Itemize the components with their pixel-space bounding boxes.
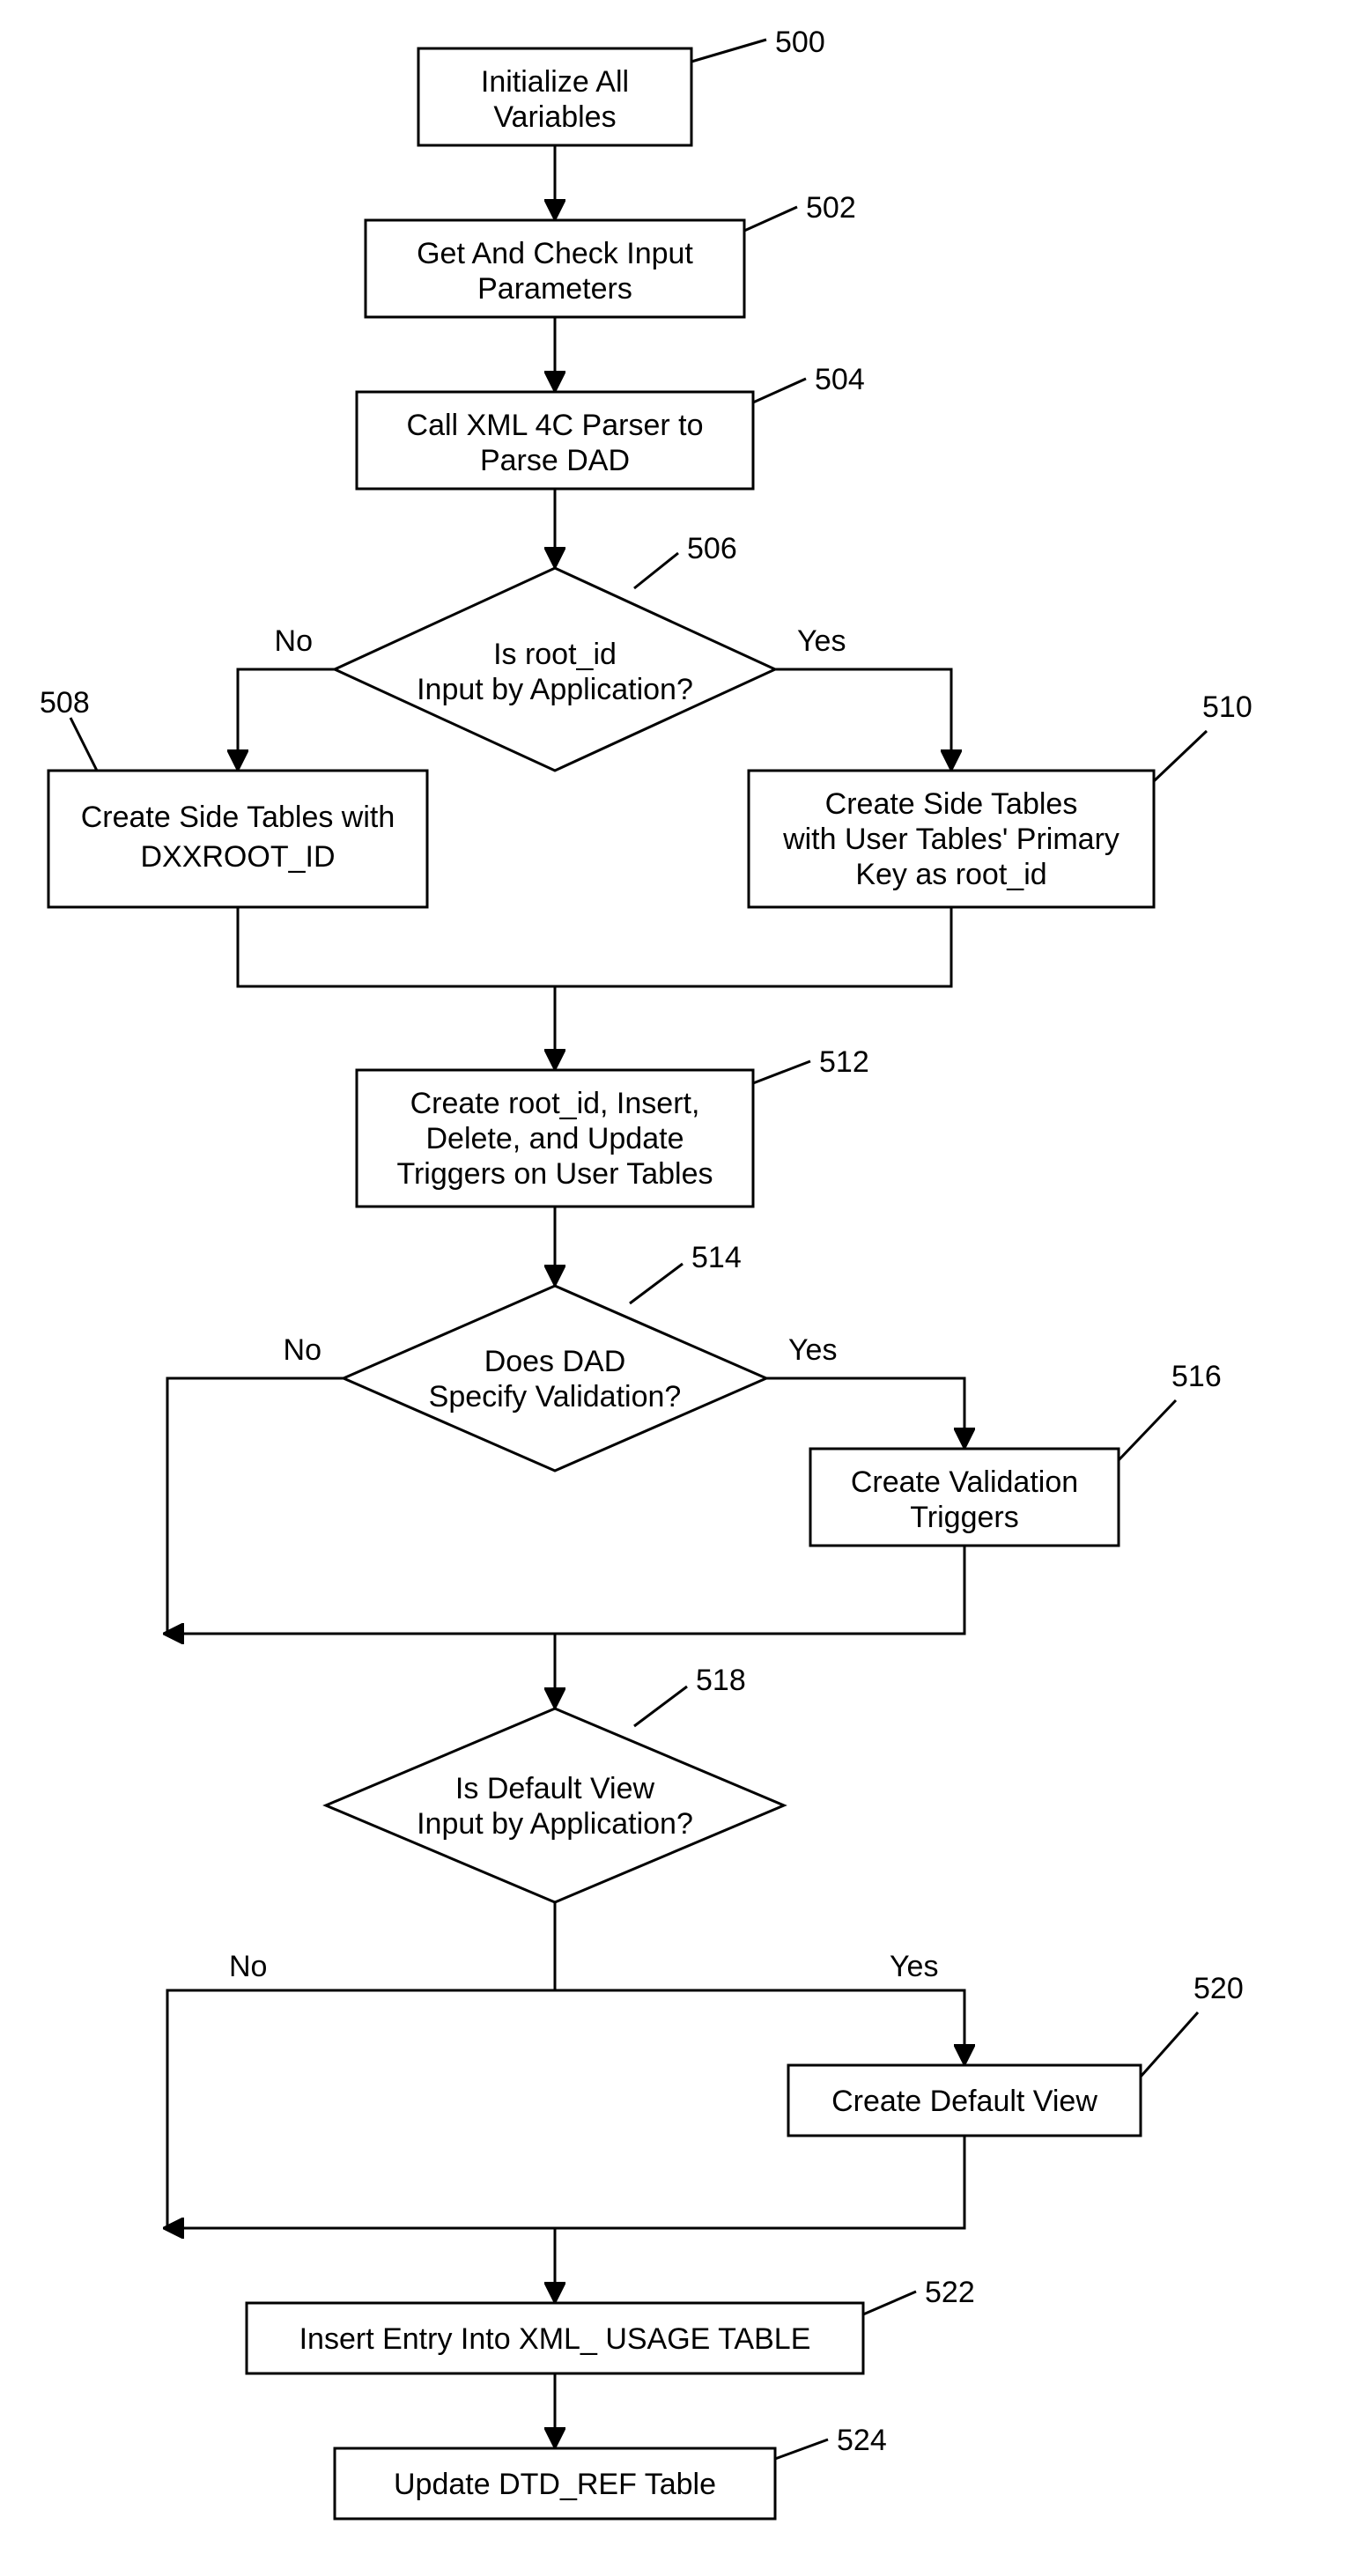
node-512-line1: Create root_id, Insert, xyxy=(410,1087,700,1120)
label-514-yes: Yes xyxy=(788,1333,837,1367)
node-524-line1: Update DTD_REF Table xyxy=(394,2468,716,2501)
node-522-line1: Insert Entry Into XML_ USAGE TABLE xyxy=(299,2322,811,2356)
node-516-line2: Triggers xyxy=(910,1501,1018,1534)
node-518-line1: Is Default View xyxy=(455,1772,655,1805)
node-516: Create Validation Triggers 516 xyxy=(810,1360,1222,1546)
node-520: Create Default View 520 xyxy=(788,1972,1244,2136)
node-500: Initialize All Variables 500 xyxy=(418,26,825,145)
label-506-yes: Yes xyxy=(797,624,846,658)
ref-516: 516 xyxy=(1171,1360,1222,1393)
ref-520: 520 xyxy=(1193,1972,1244,2005)
ref-502: 502 xyxy=(806,191,856,225)
ref-512: 512 xyxy=(819,1045,869,1079)
node-512-line2: Delete, and Update xyxy=(426,1122,684,1155)
node-514-line2: Specify Validation? xyxy=(429,1380,682,1413)
edge-516-merge1 xyxy=(167,1546,964,1634)
node-512: Create root_id, Insert, Delete, and Upda… xyxy=(357,1045,869,1207)
node-512-line3: Triggers on User Tables xyxy=(396,1157,713,1191)
node-516-line1: Create Validation xyxy=(851,1465,1078,1499)
ref-506: 506 xyxy=(687,532,737,565)
node-510-line3: Key as root_id xyxy=(855,858,1046,891)
node-510-line2: with User Tables' Primary xyxy=(782,823,1119,856)
edge-520-merge xyxy=(167,2136,964,2228)
node-504: Call XML 4C Parser to Parse DAD 504 xyxy=(357,363,865,489)
edge-506-510 xyxy=(775,669,951,766)
ref-514: 514 xyxy=(691,1241,742,1274)
node-508-line2: DXXROOT_ID xyxy=(140,840,335,874)
edge-518-520 xyxy=(555,1990,964,2061)
edge-514-516 xyxy=(766,1378,964,1444)
ref-504: 504 xyxy=(815,363,865,396)
node-506-line1: Is root_id xyxy=(493,638,617,671)
ref-522: 522 xyxy=(925,2276,975,2309)
label-514-no: No xyxy=(284,1333,321,1367)
node-500-line2: Variables xyxy=(493,100,616,134)
edge-508-merge xyxy=(238,907,555,986)
node-504-line2: Parse DAD xyxy=(480,444,630,477)
node-510-line1: Create Side Tables xyxy=(825,787,1078,821)
ref-500: 500 xyxy=(775,26,825,59)
label-518-no: No xyxy=(229,1950,267,1983)
edge-510-merge xyxy=(555,907,951,986)
node-524: Update DTD_REF Table 524 xyxy=(335,2424,887,2519)
ref-518: 518 xyxy=(696,1664,746,1697)
ref-508: 508 xyxy=(40,686,90,720)
node-510: Create Side Tables with User Tables' Pri… xyxy=(749,690,1252,907)
node-502: Get And Check Input Parameters 502 xyxy=(366,191,856,317)
node-502-line1: Get And Check Input xyxy=(417,237,693,270)
node-508-line1: Create Side Tables with xyxy=(81,801,395,834)
ref-510: 510 xyxy=(1202,690,1252,724)
node-514-line1: Does DAD xyxy=(484,1345,626,1378)
edge-506-508 xyxy=(238,669,335,766)
node-506: Is root_id Input by Application? 506 xyxy=(335,532,775,771)
edge-518-no xyxy=(167,1902,555,2228)
node-522: Insert Entry Into XML_ USAGE TABLE 522 xyxy=(247,2276,975,2373)
label-506-no: No xyxy=(275,624,313,658)
node-500-line1: Initialize All xyxy=(481,65,629,99)
node-508: Create Side Tables with DXXROOT_ID 508 xyxy=(40,686,427,907)
node-506-line2: Input by Application? xyxy=(417,673,693,706)
node-520-line1: Create Default View xyxy=(831,2085,1097,2118)
node-502-line2: Parameters xyxy=(477,272,632,306)
node-504-line1: Call XML 4C Parser to xyxy=(407,409,704,442)
ref-524: 524 xyxy=(837,2424,887,2457)
edge-514-no xyxy=(167,1378,344,1634)
node-518-line2: Input by Application? xyxy=(417,1807,693,1841)
flowchart: Initialize All Variables 500 Get And Che… xyxy=(0,0,1367,2576)
label-518-yes: Yes xyxy=(890,1950,938,1983)
